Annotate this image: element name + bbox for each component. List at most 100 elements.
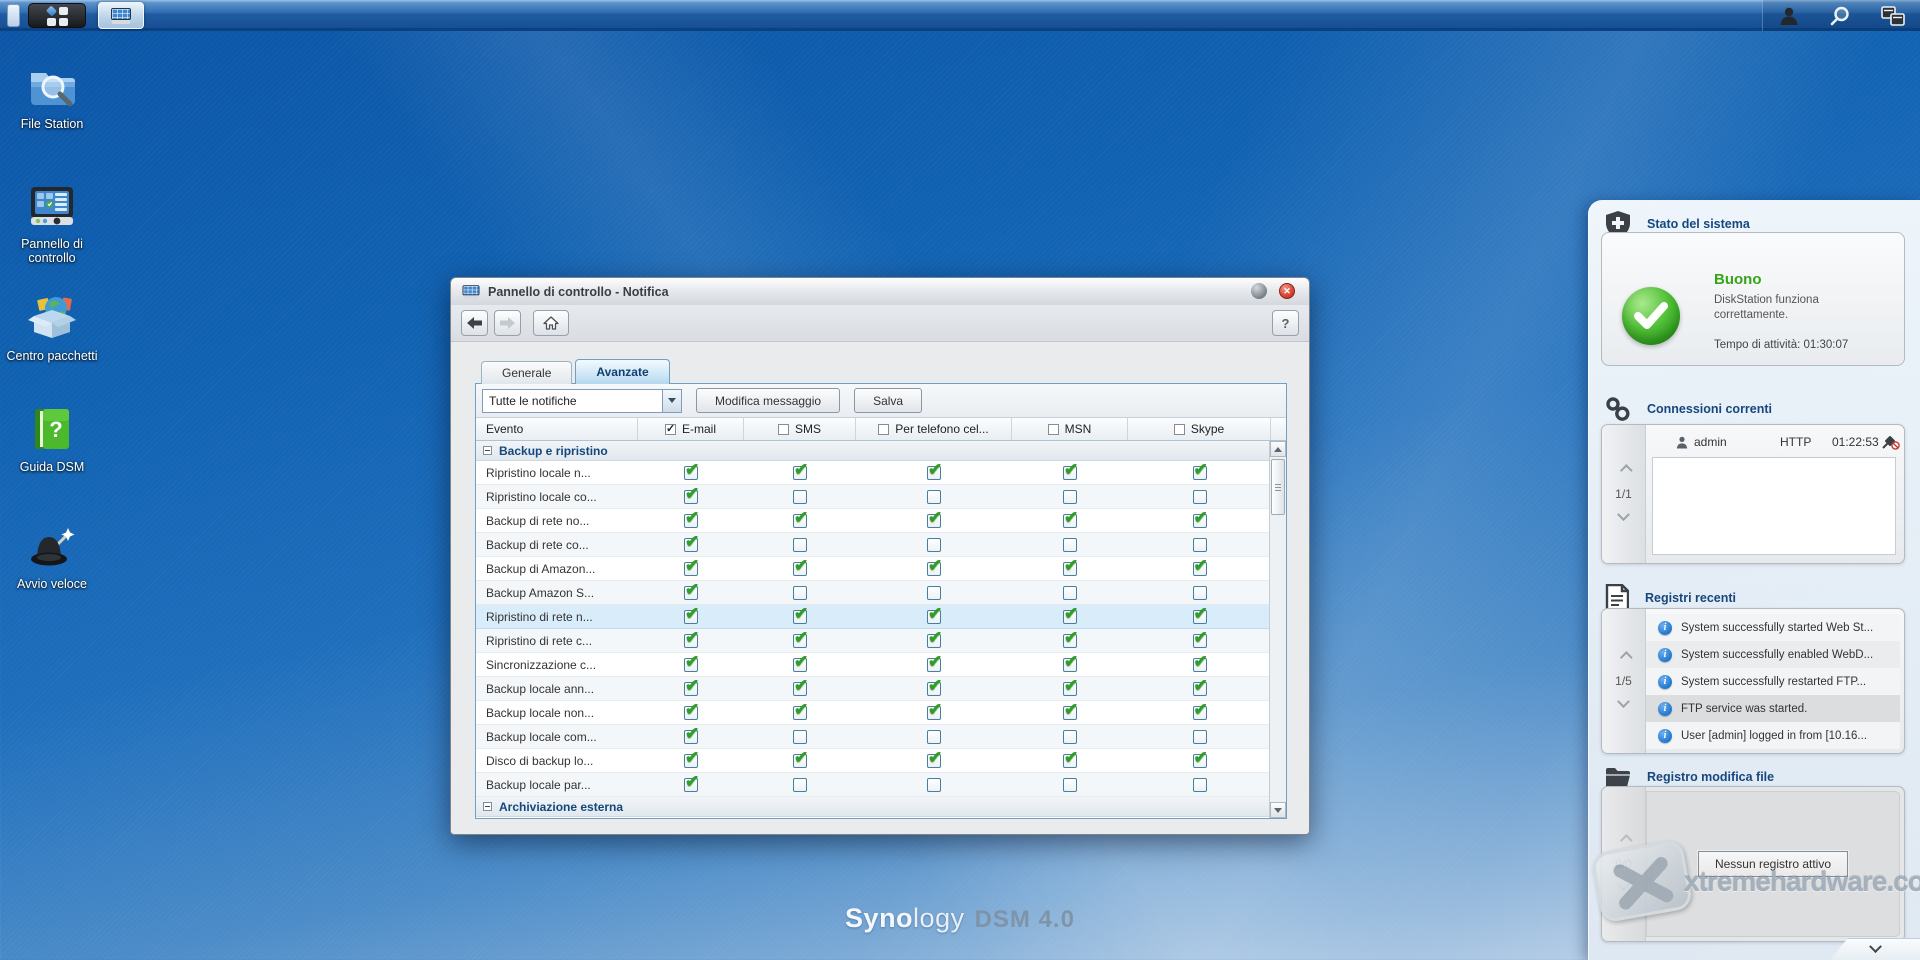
notification-checkbox[interactable] [1193, 490, 1207, 504]
taskbar-window-control-panel[interactable] [98, 2, 144, 29]
help-button[interactable]: ? [1272, 310, 1299, 336]
pager-down-icon[interactable] [1617, 695, 1630, 708]
notification-checkbox[interactable] [1063, 658, 1077, 672]
table-row[interactable]: Backup di rete co... [476, 533, 1286, 557]
forward-button[interactable] [494, 310, 521, 336]
notification-checkbox[interactable] [684, 466, 698, 480]
notification-checkbox[interactable] [927, 586, 941, 600]
table-row[interactable]: Ripristino di rete n... [476, 605, 1286, 629]
home-button[interactable] [533, 310, 569, 336]
notification-checkbox[interactable] [684, 586, 698, 600]
disconnect-icon[interactable] [1882, 435, 1900, 450]
collapse-icon[interactable] [483, 446, 492, 455]
log-item[interactable]: iUser [admin] logged in from [10.16... [1646, 722, 1900, 749]
notification-checkbox[interactable] [1193, 562, 1207, 576]
column-header[interactable]: Per telefono cel... [856, 418, 1012, 440]
column-checkbox[interactable] [665, 424, 676, 435]
notification-checkbox[interactable] [793, 706, 807, 720]
notification-checkbox[interactable] [927, 514, 941, 528]
vertical-scrollbar[interactable] [1269, 441, 1286, 818]
notification-checkbox[interactable] [1193, 658, 1207, 672]
table-row[interactable]: Ripristino di rete c... [476, 629, 1286, 653]
chevron-down-icon[interactable] [662, 390, 681, 412]
table-row[interactable]: Ripristino locale n... [476, 461, 1286, 485]
notification-checkbox[interactable] [1063, 634, 1077, 648]
notification-checkbox[interactable] [684, 538, 698, 552]
notification-checkbox[interactable] [927, 562, 941, 576]
scroll-down-button[interactable] [1270, 802, 1286, 818]
column-checkbox[interactable] [1048, 424, 1059, 435]
search-icon[interactable] [1829, 5, 1851, 27]
log-item[interactable]: iSystem successfully restarted FTP... [1646, 668, 1900, 695]
table-row[interactable]: Disco di backup lo... [476, 749, 1286, 773]
table-row[interactable]: Backup locale par... [476, 773, 1286, 797]
table-row[interactable]: Backup locale ann... [476, 677, 1286, 701]
notification-checkbox[interactable] [793, 514, 807, 528]
notification-checkbox[interactable] [1063, 514, 1077, 528]
notification-checkbox[interactable] [684, 706, 698, 720]
notification-checkbox[interactable] [793, 682, 807, 696]
notification-checkbox[interactable] [1063, 538, 1077, 552]
notification-checkbox[interactable] [1193, 778, 1207, 792]
notification-checkbox[interactable] [684, 490, 698, 504]
close-button[interactable]: ✕ [1279, 283, 1295, 299]
notification-checkbox[interactable] [684, 682, 698, 696]
edit-message-button[interactable]: Modifica messaggio [696, 388, 840, 413]
window-titlebar[interactable]: Pannello di controllo - Notifica ✕ [451, 278, 1309, 305]
notification-checkbox[interactable] [927, 538, 941, 552]
notification-checkbox[interactable] [793, 730, 807, 744]
column-header[interactable]: E-mail [638, 418, 744, 440]
log-item[interactable]: iFTP service was started. [1646, 695, 1900, 722]
pager-down-icon[interactable] [1617, 508, 1630, 521]
desktop-icon-quick-start[interactable]: Avvio veloce [0, 520, 104, 591]
table-row[interactable]: Backup di Amazon... [476, 557, 1286, 581]
notification-checkbox[interactable] [793, 538, 807, 552]
column-header[interactable]: SMS [744, 418, 856, 440]
notification-checkbox[interactable] [1193, 682, 1207, 696]
table-row[interactable]: Backup locale non... [476, 701, 1286, 725]
show-desktop-button[interactable] [7, 4, 20, 27]
notification-checkbox[interactable] [793, 778, 807, 792]
table-row[interactable]: Backup di rete no... [476, 509, 1286, 533]
desktop-icon-dsm-help[interactable]: ? Guida DSM [0, 403, 104, 474]
notification-checkbox[interactable] [684, 610, 698, 624]
notification-checkbox[interactable] [927, 466, 941, 480]
notification-checkbox[interactable] [927, 682, 941, 696]
notification-checkbox[interactable] [1193, 538, 1207, 552]
group-row[interactable]: Archiviazione esterna [476, 797, 1286, 817]
collapse-icon[interactable] [483, 802, 492, 811]
notification-checkbox[interactable] [684, 730, 698, 744]
notification-checkbox[interactable] [927, 754, 941, 768]
notification-checkbox[interactable] [793, 610, 807, 624]
notification-checkbox[interactable] [1063, 754, 1077, 768]
pager-up-icon[interactable] [1620, 464, 1633, 477]
table-row[interactable]: Backup locale com... [476, 725, 1286, 749]
notification-checkbox[interactable] [1063, 490, 1077, 504]
notification-checkbox[interactable] [793, 466, 807, 480]
desktop-icon-package-center[interactable]: Centro pacchetti [0, 292, 104, 363]
pager-up-icon[interactable] [1620, 651, 1633, 664]
column-checkbox[interactable] [878, 424, 889, 435]
column-checkbox[interactable] [778, 424, 789, 435]
notification-checkbox[interactable] [1193, 706, 1207, 720]
pilot-view-icon[interactable] [1881, 6, 1905, 26]
notification-checkbox[interactable] [927, 634, 941, 648]
tab-generale[interactable]: Generale [481, 361, 572, 384]
notification-checkbox[interactable] [927, 706, 941, 720]
notification-checkbox[interactable] [684, 658, 698, 672]
notification-checkbox[interactable] [1193, 514, 1207, 528]
connection-row[interactable]: admin HTTP 01:22:53 [1646, 429, 1900, 455]
notification-filter-select[interactable]: Tutte le notifiche [482, 389, 682, 413]
notification-checkbox[interactable] [1063, 706, 1077, 720]
notification-checkbox[interactable] [1063, 466, 1077, 480]
notification-checkbox[interactable] [927, 730, 941, 744]
notification-checkbox[interactable] [793, 634, 807, 648]
notification-checkbox[interactable] [1063, 562, 1077, 576]
notification-checkbox[interactable] [1063, 730, 1077, 744]
notification-checkbox[interactable] [927, 658, 941, 672]
main-menu-button[interactable] [28, 3, 86, 28]
notification-checkbox[interactable] [1193, 610, 1207, 624]
group-row[interactable]: Backup e ripristino [476, 441, 1286, 461]
notification-checkbox[interactable] [927, 778, 941, 792]
notification-checkbox[interactable] [793, 754, 807, 768]
